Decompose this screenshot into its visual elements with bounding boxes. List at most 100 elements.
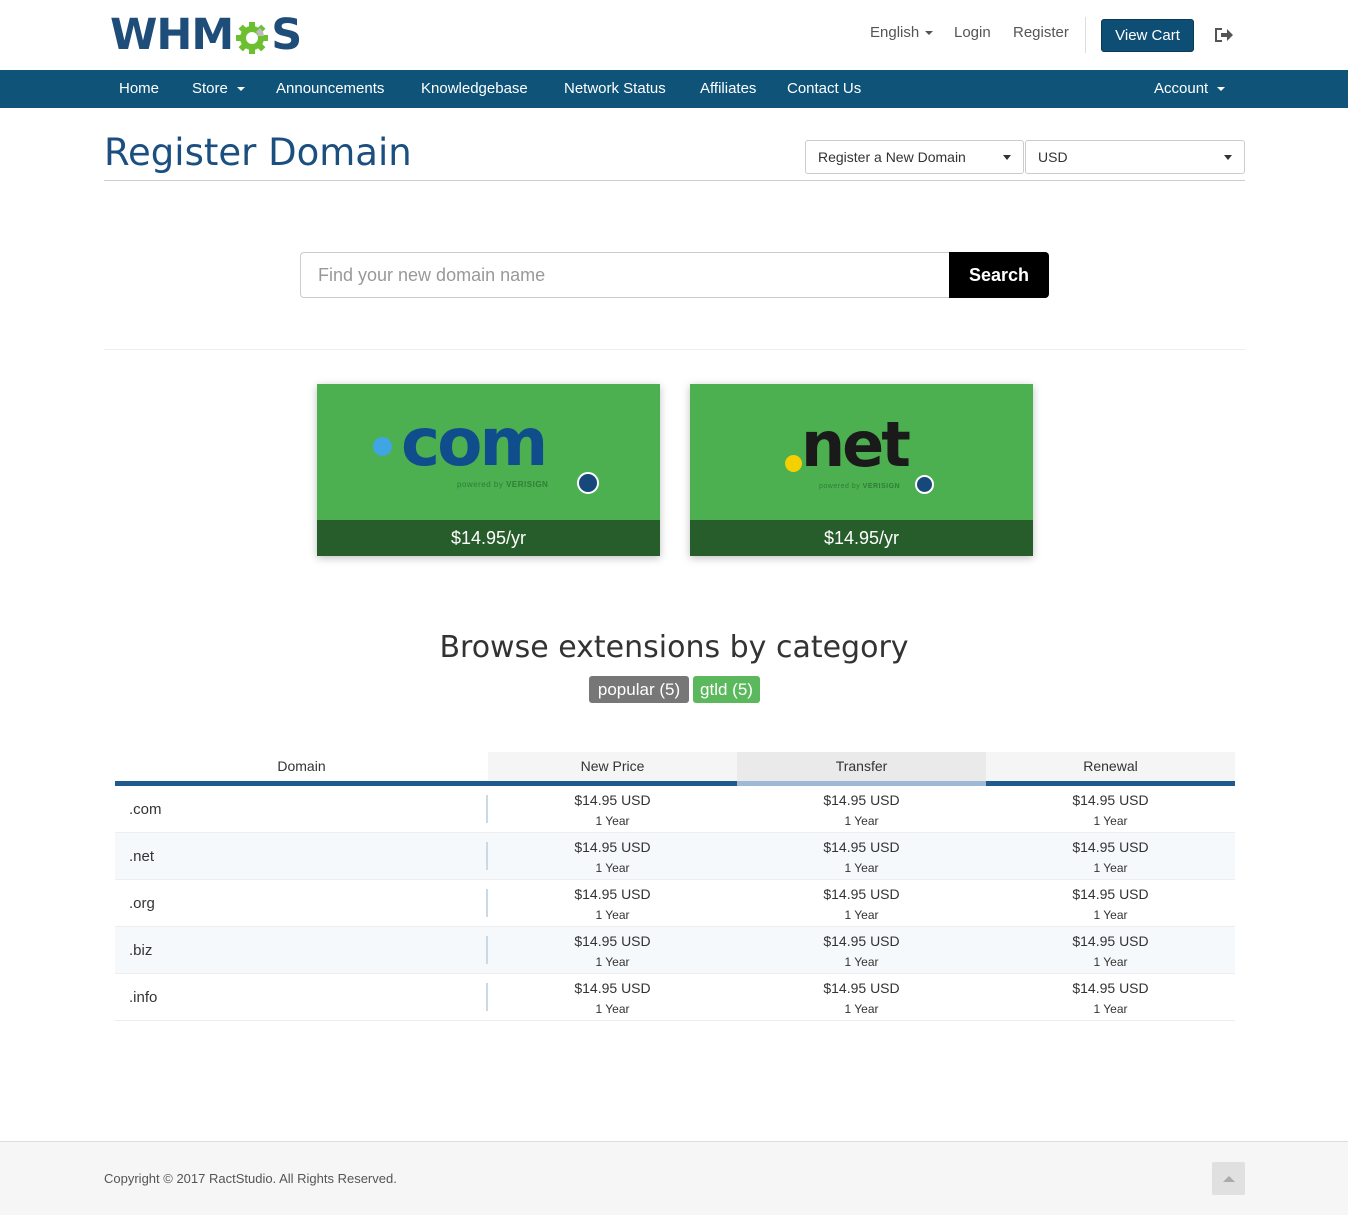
- row-tld: .info: [129, 989, 158, 1006]
- com-price: $14.95/yr: [317, 520, 660, 556]
- price-period: 1 Year: [595, 908, 630, 922]
- footer: Copyright © 2017 RactStudio. All Rights …: [0, 1141, 1348, 1215]
- price-period: 1 Year: [844, 908, 879, 922]
- cell-transfer: $14.95 USD 1 Year: [737, 932, 986, 971]
- cell-renewal: $14.95 USD 1 Year: [986, 979, 1235, 1018]
- view-cart-button[interactable]: View Cart: [1101, 19, 1194, 52]
- cell-transfer: $14.95 USD 1 Year: [737, 885, 986, 924]
- price-period: 1 Year: [844, 861, 879, 875]
- price-amount: $14.95 USD: [823, 839, 900, 855]
- currency-value: USD: [1038, 149, 1068, 165]
- net-price: $14.95/yr: [690, 520, 1033, 556]
- category-popular[interactable]: popular (5): [589, 676, 689, 703]
- caret-down-icon: [1003, 155, 1011, 160]
- price-amount: $14.95 USD: [1072, 839, 1149, 855]
- price-period: 1 Year: [844, 955, 879, 969]
- row-tld: .com: [129, 801, 162, 818]
- cell-renewal: $14.95 USD 1 Year: [986, 791, 1235, 830]
- row-tld: .biz: [129, 942, 153, 959]
- currency-select[interactable]: USD: [1025, 140, 1245, 174]
- logo-text-start: WHM: [110, 10, 234, 60]
- cell-new-price: $14.95 USD 1 Year: [488, 932, 737, 971]
- net-logo: net powered by VERISIGN: [690, 384, 1033, 520]
- nav-network-status[interactable]: Network Status: [564, 70, 666, 108]
- cell-transfer: $14.95 USD 1 Year: [737, 791, 986, 830]
- table-row[interactable]: .biz $14.95 USD 1 Year $14.95 USD 1 Year $…: [115, 927, 1235, 974]
- cell-new-price: $14.95 USD 1 Year: [488, 791, 737, 830]
- whmcs-logo[interactable]: WHM S: [110, 10, 302, 60]
- column-header-transfer[interactable]: Transfer: [737, 752, 986, 786]
- price-amount: $14.95 USD: [823, 933, 900, 949]
- search-button[interactable]: Search: [949, 252, 1049, 298]
- register-link[interactable]: Register: [1013, 24, 1069, 41]
- net-dot: [785, 455, 802, 472]
- domain-search-input[interactable]: Find your new domain name: [300, 252, 950, 298]
- featured-tld-net[interactable]: net powered by VERISIGN $14.95/yr: [690, 384, 1033, 556]
- nav-announcements[interactable]: Announcements: [276, 70, 384, 108]
- price-amount: $14.95 USD: [574, 980, 651, 996]
- caret-down-icon: [236, 87, 245, 92]
- top-header: WHM S English Login Register View Cart: [0, 0, 1348, 70]
- table-row[interactable]: .org $14.95 USD 1 Year $14.95 USD 1 Year $…: [115, 880, 1235, 927]
- price-period: 1 Year: [595, 861, 630, 875]
- price-period: 1 Year: [1093, 814, 1128, 828]
- price-amount: $14.95 USD: [823, 980, 900, 996]
- category-gtld[interactable]: gtld (5): [693, 676, 760, 703]
- price-period: 1 Year: [595, 814, 630, 828]
- main-nav: Home Store Announcements Knowledgebase N…: [0, 70, 1348, 108]
- cell-transfer: $14.95 USD 1 Year: [737, 979, 986, 1018]
- column-label: New Price: [580, 758, 645, 774]
- price-period: 1 Year: [595, 955, 630, 969]
- com-powered-by: powered by VERISIGN: [457, 480, 549, 489]
- section-divider: [104, 349, 1245, 350]
- nav-store[interactable]: Store: [192, 70, 245, 108]
- browse-title: Browse extensions by category: [439, 630, 909, 665]
- cell-renewal: $14.95 USD 1 Year: [986, 932, 1235, 971]
- price-period: 1 Year: [844, 814, 879, 828]
- price-period: 1 Year: [595, 1002, 630, 1016]
- price-amount: $14.95 USD: [574, 839, 651, 855]
- price-period: 1 Year: [1093, 1002, 1128, 1016]
- price-period: 1 Year: [1093, 908, 1128, 922]
- table-row[interactable]: .com $14.95 USD 1 Year $14.95 USD 1 Year $…: [115, 786, 1235, 833]
- price-amount: $14.95 USD: [823, 792, 900, 808]
- chevron-up-icon[interactable]: [1212, 1162, 1245, 1195]
- nav-account-label: Account: [1154, 80, 1209, 97]
- copyright-text: Copyright © 2017 RactStudio. All Rights …: [104, 1171, 397, 1186]
- column-header-renewal[interactable]: Renewal: [986, 752, 1235, 786]
- domain-action-select[interactable]: Register a New Domain: [805, 140, 1024, 174]
- language-label: English: [870, 24, 920, 41]
- price-amount: $14.95 USD: [823, 886, 900, 902]
- price-amount: $14.95 USD: [574, 933, 651, 949]
- com-dot: [373, 437, 392, 456]
- cell-new-price: $14.95 USD 1 Year: [488, 885, 737, 924]
- table-row[interactable]: .info $14.95 USD 1 Year $14.95 USD 1 Year …: [115, 974, 1235, 1021]
- verisign-icon: [915, 475, 934, 494]
- price-period: 1 Year: [844, 1002, 879, 1016]
- title-divider: [104, 180, 1245, 181]
- column-label: Transfer: [835, 758, 888, 774]
- sign-out-icon[interactable]: [1213, 26, 1233, 44]
- price-amount: $14.95 USD: [574, 792, 651, 808]
- net-powered-by: powered by VERISIGN: [819, 483, 901, 490]
- column-header-new-price[interactable]: New Price: [488, 752, 737, 786]
- gear-icon: [234, 17, 270, 54]
- featured-tld-com[interactable]: com powered by VERISIGN $14.95/yr: [317, 384, 660, 556]
- com-logo: com powered by VERISIGN: [317, 384, 660, 520]
- nav-home[interactable]: Home: [119, 70, 159, 108]
- nav-affiliates[interactable]: Affiliates: [700, 70, 756, 108]
- column-header-domain[interactable]: Domain: [115, 752, 488, 786]
- nav-knowledgebase[interactable]: Knowledgebase: [421, 70, 528, 108]
- page: WHM S English Login Register View Cart H…: [0, 0, 1348, 1215]
- cell-transfer: $14.95 USD 1 Year: [737, 838, 986, 877]
- login-link[interactable]: Login: [954, 24, 991, 41]
- language-dropdown[interactable]: English: [870, 24, 934, 41]
- caret-down-icon: [1224, 155, 1232, 160]
- column-label: Domain: [277, 758, 326, 774]
- table-row[interactable]: .net $14.95 USD 1 Year $14.95 USD 1 Year $…: [115, 833, 1235, 880]
- logo-text-end: S: [271, 10, 302, 60]
- nav-account[interactable]: Account: [1154, 70, 1226, 108]
- caret-down-icon: [1217, 87, 1226, 92]
- nav-contact-us[interactable]: Contact Us: [787, 70, 861, 108]
- net-text: net: [801, 408, 911, 481]
